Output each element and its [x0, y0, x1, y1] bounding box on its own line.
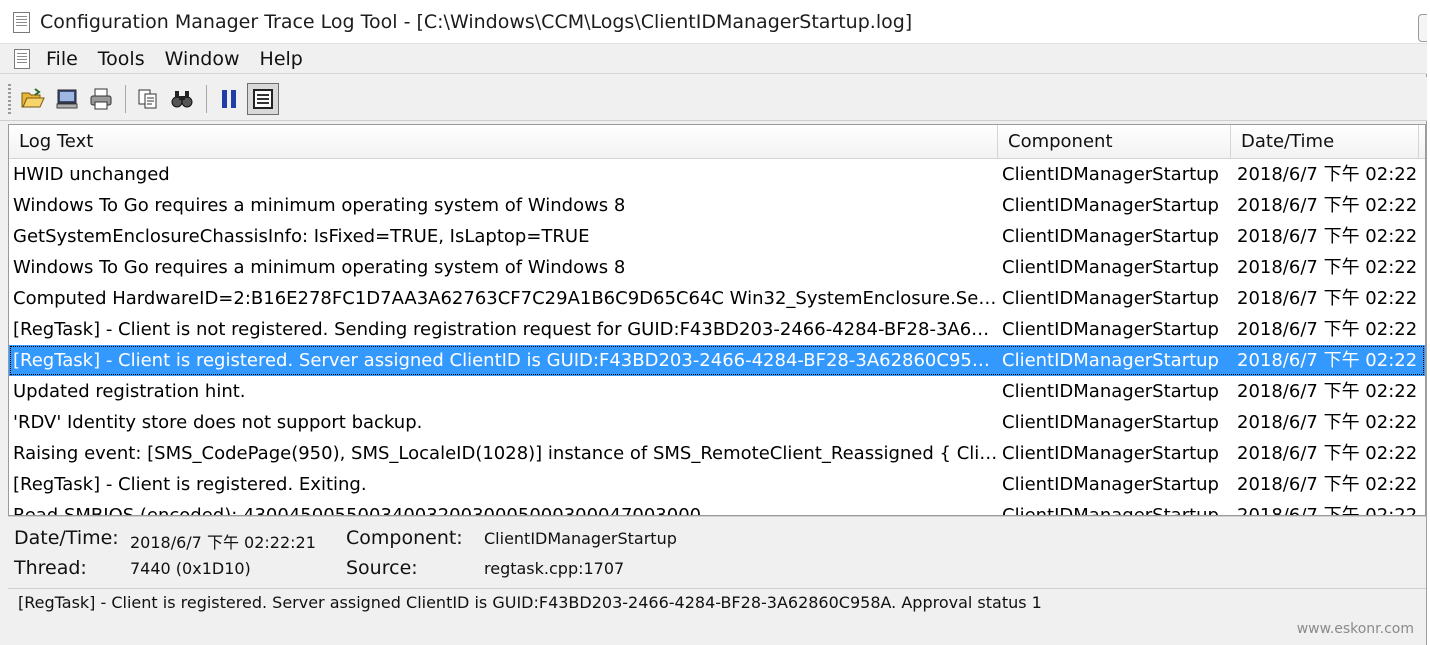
find-icon[interactable] [166, 83, 198, 115]
datetime-cell: 2018/6/7 下午 02:22 [1237, 474, 1418, 495]
datetime-cell: 2018/6/7 下午 02:22 [1237, 226, 1418, 247]
datetime-cell: 2018/6/7 下午 02:22 [1237, 350, 1418, 371]
open-folder-icon[interactable] [17, 83, 49, 115]
menu-tools[interactable]: Tools [88, 48, 155, 70]
menu-file[interactable]: File [36, 48, 88, 70]
print-icon[interactable] [85, 83, 117, 115]
log-text-cell: [RegTask] - Client is registered. Exitin… [13, 474, 367, 495]
table-row[interactable]: Computed HardwareID=2:B16E278FC1D7AA3A62… [9, 283, 1425, 314]
log-text-cell: Raising event: [SMS_CodePage(950), SMS_L… [13, 443, 998, 464]
log-text-cell: [RegTask] - Client is not registered. Se… [13, 319, 998, 340]
table-row[interactable]: [RegTask] - Client is registered. Exitin… [9, 469, 1425, 500]
component-cell: ClientIDManagerStartup [1002, 350, 1219, 371]
title-bar-control[interactable] [1418, 14, 1427, 42]
log-text-cell: [RegTask] - Client is registered. Server… [13, 350, 998, 371]
table-row[interactable]: 'RDV' Identity store does not support ba… [9, 407, 1425, 438]
trace-log-window: Configuration Manager Trace Log Tool - [… [0, 0, 1427, 645]
log-table[interactable]: Log Text Component Date/Time HWID unchan… [8, 124, 1426, 516]
component-label: Component: [346, 527, 463, 549]
datetime-cell: 2018/6/7 下午 02:22 [1237, 257, 1418, 278]
table-row[interactable]: Read SMBIOS (encoded): 43004500550034003… [9, 500, 1425, 516]
table-row[interactable]: GetSystemEnclosureChassisInfo: IsFixed=T… [9, 221, 1425, 252]
menu-window[interactable]: Window [155, 48, 250, 70]
document-icon[interactable] [10, 48, 32, 70]
datetime-cell: 2018/6/7 下午 02:22 [1237, 412, 1418, 433]
log-text-cell: Read SMBIOS (encoded): 43004500550034003… [13, 505, 702, 516]
component-cell: ClientIDManagerStartup [1002, 443, 1219, 464]
log-text-cell: Windows To Go requires a minimum operati… [13, 257, 626, 278]
datetime-cell: 2018/6/7 下午 02:22 [1237, 195, 1418, 216]
title-bar[interactable]: Configuration Manager Trace Log Tool - [… [0, 0, 1427, 44]
table-row[interactable]: Updated registration hint. ClientIDManage… [9, 376, 1425, 407]
table-row-selected[interactable]: [RegTask] - Client is registered. Server… [9, 345, 1425, 376]
copy-icon[interactable] [132, 83, 164, 115]
menu-bar: File Tools Window Help [0, 44, 1427, 74]
pause-icon[interactable] [213, 83, 245, 115]
datetime-label: Date/Time: [14, 527, 119, 549]
source-label: Source: [346, 557, 418, 579]
menu-help[interactable]: Help [250, 48, 313, 70]
toolbar-separator [206, 84, 207, 113]
component-cell: ClientIDManagerStartup [1002, 288, 1219, 309]
thread-value: 7440 (0x1D10) [130, 559, 251, 578]
datetime-cell: 2018/6/7 下午 02:22 [1237, 505, 1418, 516]
log-text-cell: Windows To Go requires a minimum operati… [13, 195, 626, 216]
log-text-cell: GetSystemEnclosureChassisInfo: IsFixed=T… [13, 226, 590, 247]
table-row[interactable]: Windows To Go requires a minimum operati… [9, 252, 1425, 283]
table-row[interactable]: HWID unchanged ClientIDManagerStartup 2018… [9, 159, 1425, 190]
component-cell: ClientIDManagerStartup [1002, 412, 1219, 433]
component-cell: ClientIDManagerStartup [1002, 226, 1219, 247]
component-cell: ClientIDManagerStartup [1002, 381, 1219, 402]
datetime-cell: 2018/6/7 下午 02:22 [1237, 319, 1418, 340]
table-row[interactable]: Raising event: [SMS_CodePage(950), SMS_L… [9, 438, 1425, 469]
column-header-log-text[interactable]: Log Text [9, 125, 998, 159]
component-cell: ClientIDManagerStartup [1002, 164, 1219, 185]
datetime-cell: 2018/6/7 下午 02:22 [1237, 443, 1418, 464]
open-remote-icon[interactable] [51, 83, 83, 115]
datetime-value: 2018/6/7 下午 02:22:21 [130, 533, 316, 552]
source-value: regtask.cpp:1707 [484, 559, 625, 578]
log-text-cell: HWID unchanged [13, 164, 170, 185]
log-text-cell: Computed HardwareID=2:B16E278FC1D7AA3A62… [13, 288, 998, 309]
log-text-cell: Updated registration hint. [13, 381, 246, 402]
table-header: Log Text Component Date/Time [9, 125, 1425, 159]
datetime-cell: 2018/6/7 下午 02:22 [1237, 288, 1418, 309]
watermark: www.eskonr.com [1296, 621, 1414, 637]
log-text-cell: 'RDV' Identity store does not support ba… [13, 412, 423, 433]
column-header-datetime[interactable]: Date/Time [1231, 125, 1419, 159]
log-message-panel[interactable]: [RegTask] - Client is registered. Server… [8, 588, 1426, 622]
window-title: Configuration Manager Trace Log Tool - [… [40, 10, 913, 33]
component-cell: ClientIDManagerStartup [1002, 257, 1219, 278]
datetime-cell: 2018/6/7 下午 02:22 [1237, 164, 1418, 185]
details-panel: Date/Time: 2018/6/7 下午 02:22:21 Componen… [8, 516, 1426, 586]
table-row[interactable]: Windows To Go requires a minimum operati… [9, 190, 1425, 221]
log-message-text: [RegTask] - Client is registered. Server… [18, 593, 1042, 612]
component-cell: ClientIDManagerStartup [1002, 474, 1219, 495]
toolbar-grip[interactable] [8, 83, 11, 114]
component-cell: ClientIDManagerStartup [1002, 195, 1219, 216]
toolbar [0, 77, 1427, 121]
toolbar-separator [125, 84, 126, 113]
app-icon [10, 11, 32, 33]
component-value: ClientIDManagerStartup [484, 529, 677, 548]
table-row[interactable]: [RegTask] - Client is not registered. Se… [9, 314, 1425, 345]
thread-label: Thread: [14, 557, 87, 579]
filter-icon[interactable] [247, 82, 279, 115]
component-cell: ClientIDManagerStartup [1002, 319, 1219, 340]
column-header-component[interactable]: Component [998, 125, 1231, 159]
table-rows: HWID unchanged ClientIDManagerStartup 2018… [9, 159, 1425, 516]
datetime-cell: 2018/6/7 下午 02:22 [1237, 381, 1418, 402]
component-cell: ClientIDManagerStartup [1002, 505, 1219, 516]
